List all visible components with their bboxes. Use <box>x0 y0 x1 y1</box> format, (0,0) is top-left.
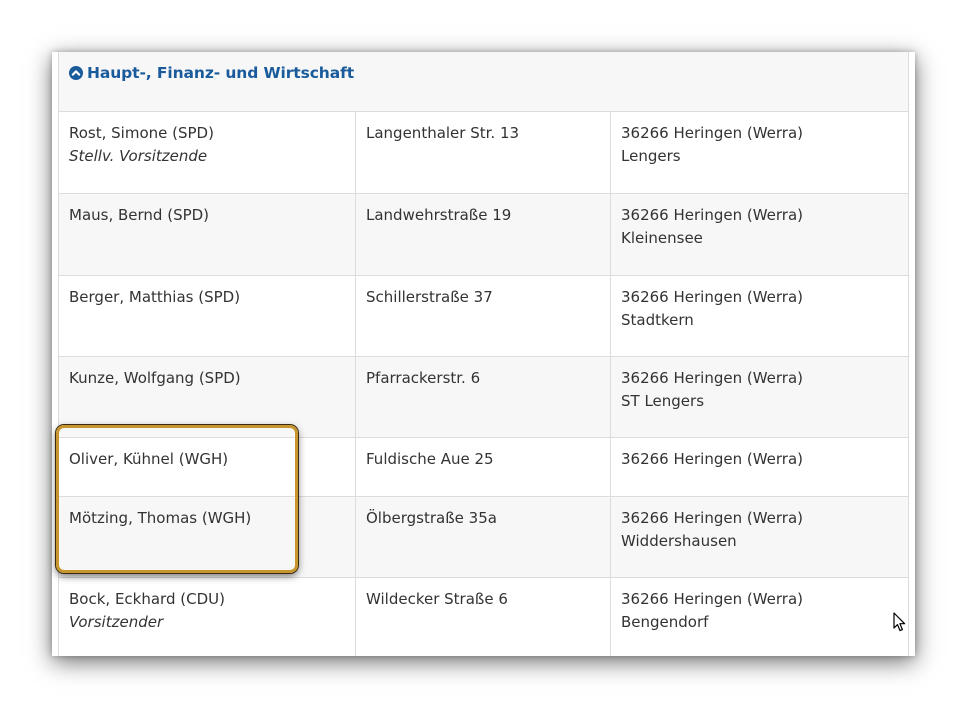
street: Wildecker Straße 6 <box>366 590 508 608</box>
member-name: Mötzing, Thomas (WGH) <box>69 509 252 527</box>
section-title[interactable]: Haupt-, Finanz- und Wirtschaft <box>87 64 354 82</box>
city-cell: 36266 Heringen (Werra) Kleinensee <box>611 194 908 275</box>
street: Landwehrstraße 19 <box>366 206 512 224</box>
city: 36266 Heringen (Werra) <box>621 590 804 608</box>
street-cell: Langenthaler Str. 13 <box>356 112 611 193</box>
mouse-cursor-icon <box>893 612 907 633</box>
committee-table: Haupt-, Finanz- und Wirtschaft Rost, Sim… <box>58 52 909 656</box>
table-row: Maus, Bernd (SPD) Landwehrstraße 19 3626… <box>59 194 908 276</box>
city: 36266 Heringen (Werra) <box>621 369 804 387</box>
member-cell: Berger, Matthias (SPD) <box>59 276 356 356</box>
section-header[interactable]: Haupt-, Finanz- und Wirtschaft <box>59 52 908 112</box>
member-cell: Bock, Eckhard (CDU) Vorsitzender <box>59 578 356 656</box>
member-cell: Oliver, Kühnel (WGH) <box>59 438 356 496</box>
table-row: Mötzing, Thomas (WGH) Ölbergstraße 35a 3… <box>59 497 908 578</box>
district: Stadtkern <box>621 310 694 329</box>
member-cell: Rost, Simone (SPD) Stellv. Vorsitzende <box>59 112 356 193</box>
member-name: Maus, Bernd (SPD) <box>69 206 210 224</box>
section-toggle[interactable]: Haupt-, Finanz- und Wirtschaft <box>69 64 354 82</box>
district: Widdershausen <box>621 531 737 550</box>
street: Fuldische Aue 25 <box>366 450 494 468</box>
street-cell: Pfarrackerstr. 6 <box>356 357 611 437</box>
chevron-up-circle-icon[interactable] <box>69 66 83 80</box>
table-row: Kunze, Wolfgang (SPD) Pfarrackerstr. 6 3… <box>59 357 908 438</box>
city-cell: 36266 Heringen (Werra) ST Lengers <box>611 357 908 437</box>
street: Pfarrackerstr. 6 <box>366 369 481 387</box>
district: Bengendorf <box>621 612 709 631</box>
member-role: Vorsitzender <box>69 612 164 631</box>
member-name: Rost, Simone (SPD) <box>69 124 214 142</box>
district: ST Lengers <box>621 391 705 410</box>
street: Schillerstraße 37 <box>366 288 493 306</box>
district: Kleinensee <box>621 228 703 247</box>
member-cell: Kunze, Wolfgang (SPD) <box>59 357 356 437</box>
table-row: Rost, Simone (SPD) Stellv. Vorsitzende L… <box>59 112 908 194</box>
street: Langenthaler Str. 13 <box>366 124 520 142</box>
table-row: Berger, Matthias (SPD) Schillerstraße 37… <box>59 276 908 357</box>
city-cell: 36266 Heringen (Werra) Widdershausen <box>611 497 908 577</box>
city: 36266 Heringen (Werra) <box>621 124 804 142</box>
member-cell: Mötzing, Thomas (WGH) <box>59 497 356 577</box>
city-cell: 36266 Heringen (Werra) Stadtkern <box>611 276 908 356</box>
street: Ölbergstraße 35a <box>366 509 497 527</box>
city: 36266 Heringen (Werra) <box>621 450 804 468</box>
street-cell: Landwehrstraße 19 <box>356 194 611 275</box>
member-cell: Maus, Bernd (SPD) <box>59 194 356 275</box>
member-name: Berger, Matthias (SPD) <box>69 288 241 306</box>
member-name: Oliver, Kühnel (WGH) <box>69 450 229 468</box>
city: 36266 Heringen (Werra) <box>621 288 804 306</box>
district: Lengers <box>621 146 681 165</box>
table-row: Oliver, Kühnel (WGH) Fuldische Aue 25 36… <box>59 438 908 497</box>
street-cell: Wildecker Straße 6 <box>356 578 611 656</box>
city: 36266 Heringen (Werra) <box>621 206 804 224</box>
city-cell: 36266 Heringen (Werra) <box>611 438 908 496</box>
city-cell: 36266 Heringen (Werra) Lengers <box>611 112 908 193</box>
street-cell: Fuldische Aue 25 <box>356 438 611 496</box>
member-name: Bock, Eckhard (CDU) <box>69 590 225 608</box>
member-role: Stellv. Vorsitzende <box>69 146 208 165</box>
screenshot-frame: Haupt-, Finanz- und Wirtschaft Rost, Sim… <box>52 52 915 656</box>
city: 36266 Heringen (Werra) <box>621 509 804 527</box>
city-cell: 36266 Heringen (Werra) Bengendorf <box>611 578 908 656</box>
member-name: Kunze, Wolfgang (SPD) <box>69 369 241 387</box>
street-cell: Ölbergstraße 35a <box>356 497 611 577</box>
table-row: Bock, Eckhard (CDU) Vorsitzender Wildeck… <box>59 578 908 656</box>
street-cell: Schillerstraße 37 <box>356 276 611 356</box>
